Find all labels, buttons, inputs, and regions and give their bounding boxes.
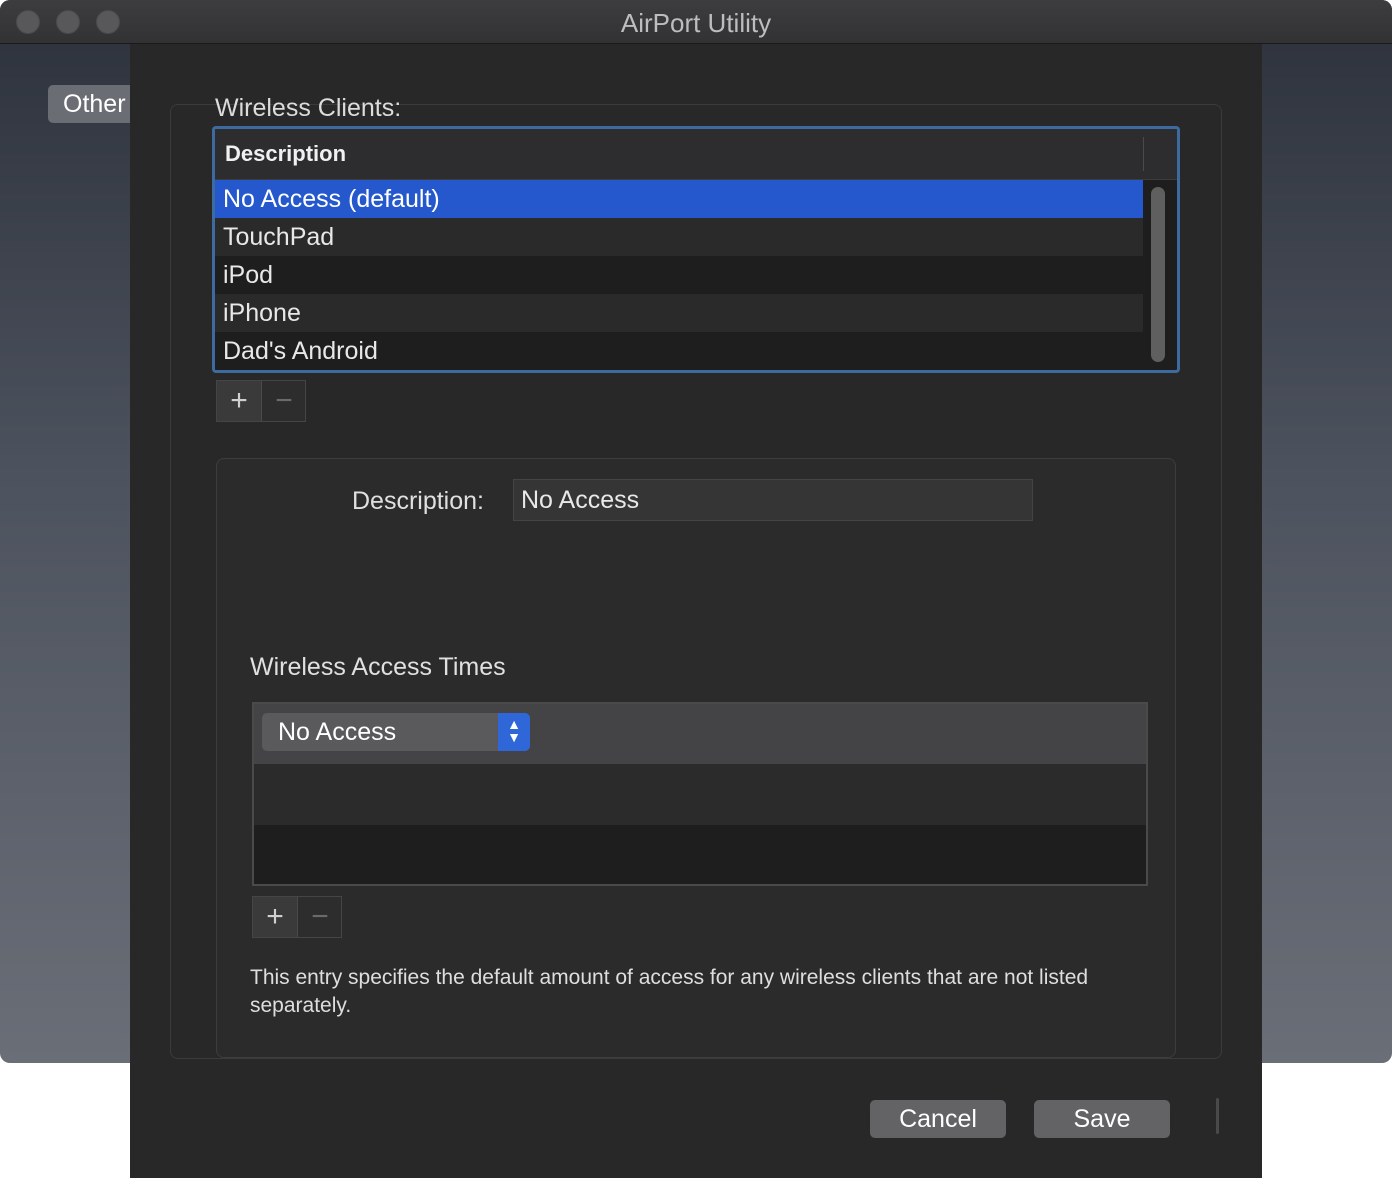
empty-row [254,765,1146,825]
table-row[interactable]: No Access (default) [215,180,1143,218]
title-bar: AirPort Utility [0,0,1392,44]
add-client-button[interactable]: + [217,381,262,421]
table-row[interactable]: iPod [215,256,1143,294]
empty-row [254,825,1146,884]
info-text: This entry specifies the default amount … [250,966,1089,1017]
other-button[interactable]: Other [48,85,138,123]
table-rows: No Access (default) TouchPad iPod iPhone… [215,180,1143,370]
description-column-header[interactable]: Description [225,129,346,179]
clients-add-remove-control: + − [216,380,306,422]
description-field[interactable]: No Access [513,479,1033,521]
access-popup-value: No Access [278,718,397,746]
access-times-row[interactable]: No Access ▲ ▼ [254,704,1146,765]
cancel-button[interactable]: Cancel [870,1100,1006,1138]
wireless-clients-table[interactable]: Description No Access (default) TouchPad… [212,126,1180,373]
window-title: AirPort Utility [620,8,772,38]
description-label: Description: [352,487,484,515]
wireless-access-times-label: Wireless Access Times [250,653,506,681]
table-scrollbar[interactable] [1151,187,1165,362]
table-row[interactable]: iPhone [215,294,1143,332]
times-add-remove-control: + − [252,896,342,938]
access-times-table[interactable]: No Access ▲ ▼ [252,702,1148,886]
edge-divider [1216,1098,1219,1134]
table-row[interactable]: TouchPad [215,218,1143,256]
access-times-popup[interactable]: No Access ▲ ▼ [262,713,530,751]
remove-time-button[interactable]: − [298,897,342,937]
column-divider [1143,137,1144,171]
wireless-clients-label: Wireless Clients: [215,94,402,122]
table-header[interactable]: Description [215,129,1177,180]
add-time-button[interactable]: + [253,897,298,937]
remove-client-button[interactable]: − [262,381,306,421]
chevron-updown-icon: ▲ ▼ [498,713,530,751]
table-row[interactable]: Dad's Android [215,332,1143,370]
wireless-clients-sheet: Wireless Clients: Description No Access … [130,44,1262,1178]
save-button[interactable]: Save [1034,1100,1170,1138]
